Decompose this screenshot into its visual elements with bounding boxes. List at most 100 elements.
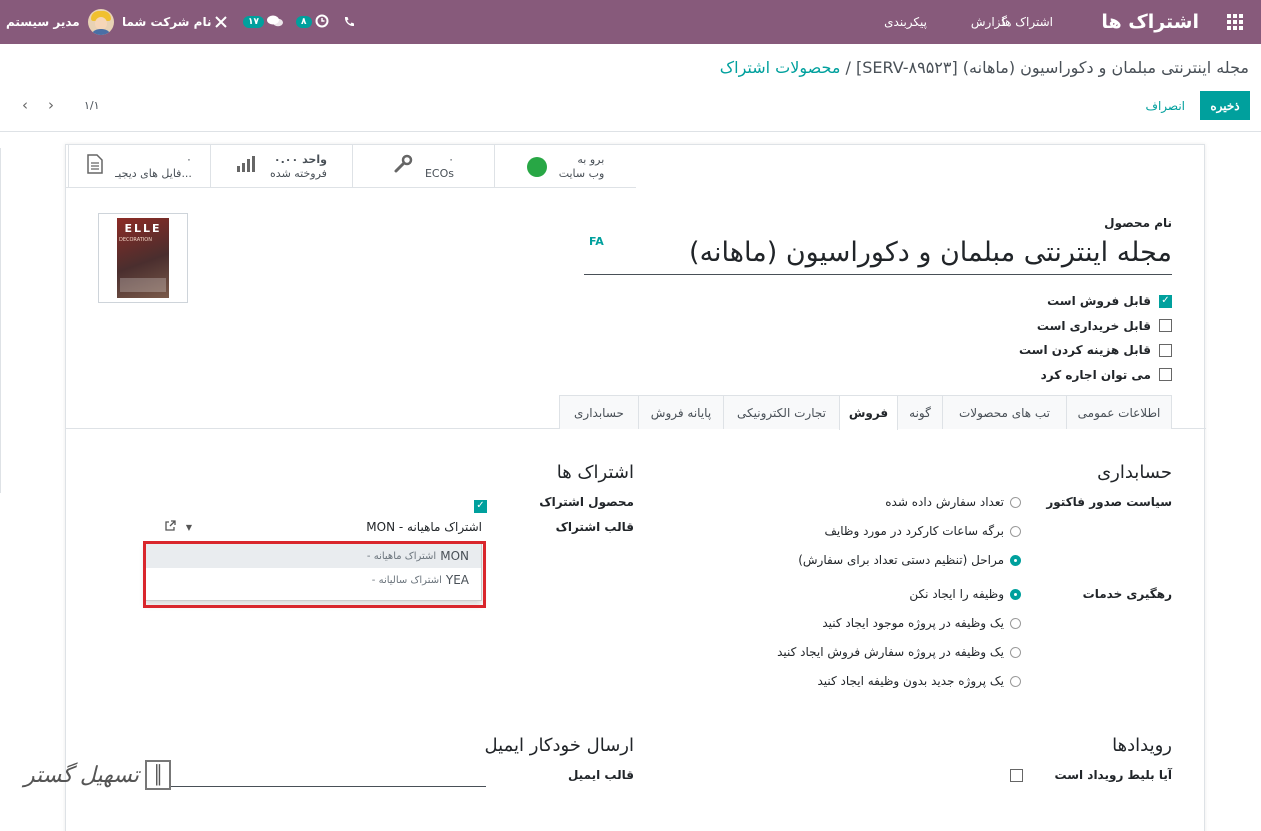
flag-can-be-rented[interactable]: می توان اجاره کرد (1019, 363, 1172, 388)
chat-icon (267, 14, 283, 31)
flag-can-be-sold[interactable]: ✓ قابل فروش است (1019, 289, 1172, 314)
tab-point-of-sale[interactable]: پایانه فروش (638, 395, 724, 429)
stat-value: برو به (577, 152, 605, 166)
form-sheet: برو به وب سایت ۰ ECOs ۰.۰۰ واحد فروخته شده … (65, 144, 1206, 831)
tracking-option-new-project[interactable]: یک پروژه جدید بدون وظیفه ایجاد کنید (817, 674, 1021, 688)
menu-reporting[interactable]: گزارش (971, 0, 1007, 44)
save-button[interactable]: ذخیره (1200, 91, 1250, 120)
radio[interactable] (1010, 525, 1021, 537)
stat-button-website[interactable]: برو به وب سایت (494, 145, 636, 188)
chevron-down-icon[interactable]: ▼ (182, 523, 196, 532)
subscription-template-field[interactable]: ▼ MON - اشتراک ماهیانه (140, 516, 486, 538)
radio-label: تعداد سفارش داده شده (885, 495, 1004, 509)
chat-badge: ۱۷ (243, 16, 264, 28)
user-name: مدیر سیستم (6, 15, 80, 29)
stat-button-digital-files[interactable]: ۰ فایل های دیجیـ... (68, 145, 210, 188)
product-flags: ✓ قابل فروش است قابل خریداری است قابل هز… (1019, 289, 1172, 387)
cover-subtitle: DECORATION (119, 237, 152, 243)
subscriptions-section-title: اشتراک ها (556, 462, 634, 483)
tracking-option-so-project[interactable]: یک وظیفه در پروژه سفارش فروش ایجاد کنید (777, 645, 1021, 659)
radio[interactable] (1010, 617, 1021, 629)
checkbox[interactable] (1159, 343, 1172, 357)
menu-subscriptions[interactable]: اشتراک ها (1001, 0, 1053, 44)
user-menu[interactable]: مدیر سیستم (6, 0, 114, 44)
radio-label: یک پروژه جدید بدون وظیفه ایجاد کنید (817, 674, 1004, 688)
stat-value: ۰ (186, 152, 192, 166)
product-name-label: نام محصول (1104, 216, 1172, 230)
service-tracking-label: رهگیری خدمات (1082, 587, 1172, 601)
debug-tools-icon[interactable] (214, 0, 228, 44)
avatar (87, 9, 114, 35)
breadcrumb: محصولات اشتراک / [SERV-۸۹۵۲۳] مجله اینتر… (720, 58, 1249, 77)
stat-label: وب سایت (558, 166, 605, 180)
radio-label: یک وظیفه در پروژه موجود ایجاد کنید (822, 616, 1004, 630)
checkbox[interactable] (1010, 769, 1023, 782)
invoice-option-timesheets[interactable]: برگه ساعات کارکرد در مورد وظایف (824, 524, 1021, 538)
events-section-title: رویدادها (1112, 735, 1172, 756)
company-switcher[interactable]: نام شرکت شما (122, 0, 211, 44)
event-ticket-label: آیا بلیط رویداد است (1054, 768, 1172, 782)
subscription-template-label: قالب اشتراک (555, 520, 634, 534)
stat-buttons-bar: برو به وب سایت ۰ ECOs ۰.۰۰ واحد فروخته شده … (66, 145, 636, 188)
subscription-template-input[interactable]: MON - اشتراک ماهیانه (196, 520, 486, 534)
tab-product-tabs[interactable]: تب های محصولات (942, 395, 1067, 429)
pager-value[interactable]: ۱/۱ (84, 99, 100, 112)
tab-general-info[interactable]: اطلاعات عمومی (1066, 395, 1172, 429)
menu-configuration[interactable]: پیکربندی (884, 0, 927, 44)
tracking-option-no[interactable]: وظیفه را ایجاد نکن (909, 587, 1021, 601)
breadcrumb-separator: / (845, 58, 851, 77)
radio[interactable] (1010, 675, 1021, 687)
messaging-menu[interactable]: ۱۷ (243, 0, 283, 44)
accounting-section-title: حسابداری (1097, 462, 1172, 483)
stat-label: فروخته شده (270, 166, 327, 180)
stat-button-ecos[interactable]: ۰ ECOs (352, 145, 494, 188)
stat-label: ECOs (424, 166, 455, 180)
highlight-frame (143, 541, 486, 608)
top-navbar: اشتراک ها اشتراک ها گزارش پیکربندی مدیر … (0, 0, 1261, 44)
discard-button[interactable]: انصراف (1146, 91, 1185, 120)
watermark-logo-icon: ║ (145, 760, 172, 790)
flag-label: می توان اجاره کرد (1040, 367, 1151, 382)
watermark: تسهیل گستر ║ (24, 760, 172, 790)
event-ticket-checkbox[interactable] (1010, 769, 1023, 785)
email-template-input[interactable] (171, 786, 486, 787)
checkbox-checked[interactable]: ✓ (1159, 294, 1172, 308)
clock-icon (315, 14, 329, 31)
flag-can-be-purchased[interactable]: قابل خریداری است (1019, 314, 1172, 339)
tab-ecommerce[interactable]: تجارت الکترونیکی (723, 395, 840, 429)
product-image[interactable]: ELLE DECORATION (98, 213, 188, 303)
subscription-product-label: محصول اشتراک (539, 495, 634, 509)
radio[interactable] (1010, 646, 1021, 658)
invoice-option-ordered[interactable]: تعداد سفارش داده شده (885, 495, 1021, 509)
watermark-text: تسهیل گستر (24, 762, 140, 788)
tracking-option-existing-project[interactable]: یک وظیفه در پروژه موجود ایجاد کنید (822, 616, 1021, 630)
radio-label: برگه ساعات کارکرد در مورد وظایف (824, 524, 1004, 538)
tab-accounting[interactable]: حسابداری (559, 395, 639, 429)
checkbox[interactable] (1159, 368, 1172, 382)
globe-icon (526, 156, 547, 177)
tab-variants[interactable]: گونه (897, 395, 943, 429)
chevron-left-icon[interactable]: ‹ (12, 96, 38, 114)
radio-selected[interactable] (1010, 554, 1021, 566)
chevron-right-icon[interactable]: › (38, 96, 64, 114)
checkbox-checked[interactable]: ✓ (474, 499, 487, 513)
apps-menu-icon[interactable] (1227, 0, 1247, 44)
checkbox[interactable] (1159, 319, 1172, 333)
invoice-option-milestones[interactable]: مراحل (تنظیم دستی تعداد برای سفارش) (798, 553, 1021, 567)
app-brand[interactable]: اشتراک ها (1101, 0, 1199, 44)
stat-button-sold[interactable]: ۰.۰۰ واحد فروخته شده (210, 145, 352, 188)
phone-icon[interactable] (343, 0, 355, 44)
product-name-input[interactable]: مجله اینترنتی مبلمان و دکوراسیون (ماهانه… (584, 237, 1172, 275)
breadcrumb-parent[interactable]: محصولات اشتراک (720, 58, 841, 77)
flag-can-be-expensed[interactable]: قابل هزینه کردن است (1019, 338, 1172, 363)
radio-label: یک وظیفه در پروژه سفارش فروش ایجاد کنید (777, 645, 1004, 659)
activity-menu[interactable]: ۸ (296, 0, 329, 44)
subscription-product-checkbox[interactable]: ✓ (474, 497, 487, 513)
radio-selected[interactable] (1010, 588, 1021, 600)
external-link-icon[interactable] (158, 519, 182, 535)
tab-sales[interactable]: فروش (839, 395, 898, 430)
stat-label: فایل های دیجیـ... (115, 166, 192, 180)
flag-label: قابل فروش است (1047, 294, 1151, 309)
email-section-title: ارسال خودکار ایمیل (484, 735, 634, 756)
radio[interactable] (1010, 496, 1021, 508)
